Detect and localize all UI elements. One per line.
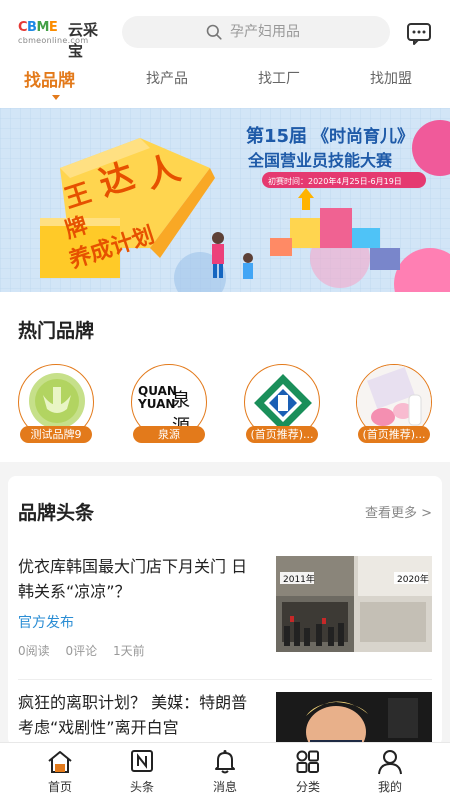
search-bar[interactable]	[122, 16, 390, 48]
nav-home[interactable]: 首页	[30, 749, 90, 797]
logo-url: cbmeonline.com	[18, 36, 89, 45]
search-icon	[206, 24, 222, 40]
search-input[interactable]	[230, 21, 380, 43]
nav-label: 首页	[47, 780, 72, 794]
nav-label: 头条	[129, 780, 154, 794]
news-source[interactable]: 官方发布	[18, 612, 74, 632]
tab-franchise[interactable]: 找加盟	[370, 68, 412, 88]
nav-news[interactable]: 头条	[112, 749, 172, 797]
news-comments: 0评论	[65, 644, 98, 658]
promo-banner[interactable]: 王 达 人 牌 养成计划 第15届 《时尚育儿》 全国营业员技能大赛 初赛时间：…	[0, 108, 450, 292]
brand-label: (首页推荐)...	[358, 426, 430, 443]
news-thumbnail: 2011年 2020年	[276, 556, 432, 652]
tab-products[interactable]: 找产品	[146, 68, 188, 88]
news-time: 1天前	[112, 644, 145, 658]
news-item[interactable]: 优衣库韩国最大门店下月关门 日韩关系“凉凉”？ 官方发布 0阅读 0评论 1天前	[18, 554, 432, 664]
brand-news-title: 品牌头条	[18, 502, 95, 524]
tab-factories[interactable]: 找工厂	[258, 68, 300, 88]
home-icon	[48, 751, 72, 773]
category-tabs: 找品牌 找产品 找工厂 找加盟	[0, 62, 450, 108]
tab-brands[interactable]: 找品牌	[24, 66, 75, 91]
brand-label: (首页推荐)...	[246, 426, 318, 443]
svg-text:初赛时间：2020年4月25日-6月19日: 初赛时间：2020年4月25日-6月19日	[268, 176, 402, 186]
news-item[interactable]: 疯狂的离职计划？ 美媒：特朗普考虑“戏剧性”离开白宫	[18, 690, 432, 752]
brand-card[interactable]: 测试品牌9	[18, 364, 94, 443]
nav-label: 我的	[377, 780, 402, 794]
brand-news-section: 品牌头条 查看更多 > 优衣库韩国最大门店下月关门 日韩关系“凉凉”？ 官方发布…	[8, 476, 442, 752]
app-logo[interactable]: CBME 云采宝 cbmeonline.com	[18, 20, 108, 60]
news-icon	[131, 750, 153, 772]
svg-text:《时尚育儿》: 《时尚育儿》	[312, 126, 414, 147]
bottom-nav: 首页 头条 消息 分类 我的	[0, 742, 450, 800]
top-bar: CBME 云采宝 cbmeonline.com	[0, 0, 450, 62]
view-more-link[interactable]: 查看更多 >	[365, 502, 432, 521]
bell-icon	[215, 750, 235, 774]
brand-label: 测试品牌9	[20, 426, 92, 443]
logo-mark: CBME	[18, 20, 58, 35]
brand-card[interactable]: (首页推荐)...	[356, 364, 432, 443]
brand-card[interactable]: (首页推荐)...	[244, 364, 320, 443]
svg-text:第15届: 第15届	[246, 125, 307, 147]
message-icon[interactable]	[406, 20, 432, 46]
banner-art: 王 达 人 牌 养成计划 第15届 《时尚育儿》 全国营业员技能大赛 初赛时间：…	[0, 108, 450, 292]
svg-text:全国营业员技能大赛: 全国营业员技能大赛	[247, 151, 393, 170]
tab-indicator	[52, 95, 60, 100]
hot-brands-title: 热门品牌	[18, 320, 95, 342]
svg-text:2011年: 2011年	[283, 573, 315, 585]
brand-label: 泉源	[133, 426, 205, 443]
nav-category[interactable]: 分类	[278, 749, 338, 797]
news-title: 优衣库韩国最大门店下月关门 日韩关系“凉凉”？	[18, 557, 248, 601]
news-reads: 0阅读	[18, 644, 50, 658]
news-meta: 0阅读 0评论 1天前	[18, 642, 157, 659]
nav-label: 消息	[212, 780, 237, 794]
nav-label: 分类	[295, 780, 320, 794]
nav-messages[interactable]: 消息	[195, 749, 255, 797]
brand-card[interactable]: QUAN YUAN 泉源 泉源	[131, 364, 207, 443]
news-divider	[18, 679, 432, 680]
nav-profile[interactable]: 我的	[360, 749, 420, 797]
svg-text:2020年: 2020年	[397, 573, 429, 585]
category-icon	[296, 750, 319, 773]
user-icon	[378, 750, 402, 775]
hot-brands-section: 热门品牌 测试品牌9 QUAN YUAN 泉源 泉源 (首页推	[0, 292, 450, 462]
news-title: 疯狂的离职计划？ 美媒：特朗普考虑“戏剧性”离开白宫	[18, 693, 248, 737]
